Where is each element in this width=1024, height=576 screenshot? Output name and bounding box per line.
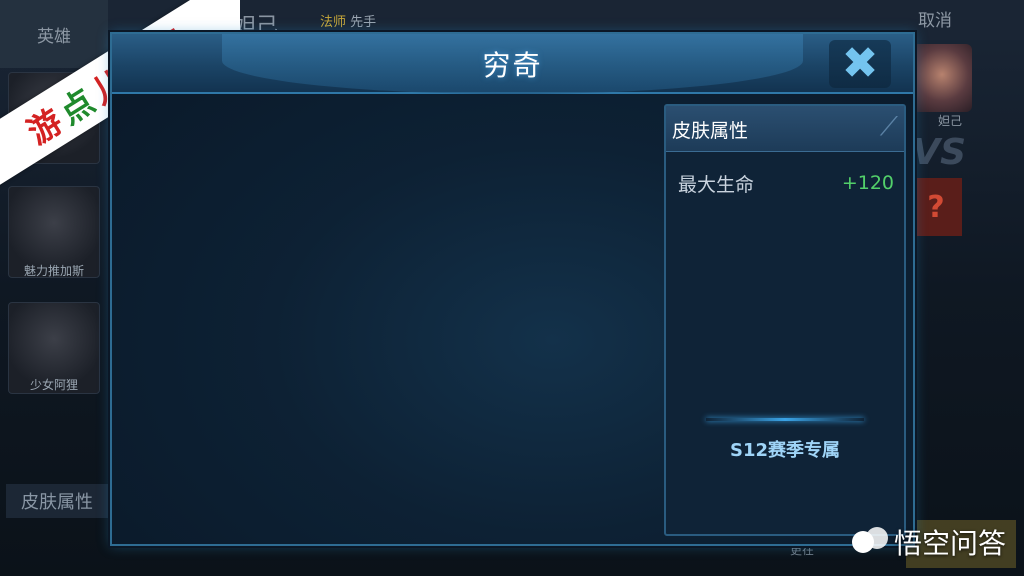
dialog-title: 穷奇 [482,49,543,82]
corner-watermark-text: 悟空问答 [893,527,1006,560]
attribute-panel-header: 皮肤属性 ⟋ [666,106,904,152]
skin-attribute-tab[interactable]: 皮肤属性 [6,484,108,518]
cancel-button[interactable]: 取消 [918,6,952,31]
attribute-value: +120 [841,172,894,194]
feather-icon: ⟋ [879,112,898,142]
hero-slot-label: 魅力推加斯 [23,264,84,278]
corner-watermark: 悟空问答 [851,522,1006,562]
glow-divider [706,418,864,421]
chat-bubble-icon [851,527,888,557]
opponent-name: 妲己 [937,114,962,128]
order-tag: 先手 [350,15,377,30]
close-button[interactable]: ✖ [829,40,891,88]
attribute-panel-title: 皮肤属性 [672,120,749,142]
background-hero-tags: 法师 先手 [320,11,376,30]
close-icon[interactable]: ✖ [842,42,879,86]
attribute-row: 最大生命 +120 [678,168,894,198]
opponent-avatar [912,44,972,112]
role-tag: 法师 [320,15,347,30]
attribute-panel: 皮肤属性 ⟋ 最大生命 +120 S12赛季专属 [664,104,906,536]
vs-label: VS [912,132,966,173]
unknown-slot: ? [910,178,962,236]
attribute-name: 最大生命 [678,173,755,196]
hero-slot-label: 少女阿狸 [29,378,78,392]
dialog-header: 穷奇 ✖ [112,34,913,94]
season-exclusive-label: S12赛季专属 [729,440,840,461]
skin-detail-dialog: 穷奇 ✖ 皮肤属性 ⟋ 最大生命 +120 S12赛季专属 [110,32,915,546]
